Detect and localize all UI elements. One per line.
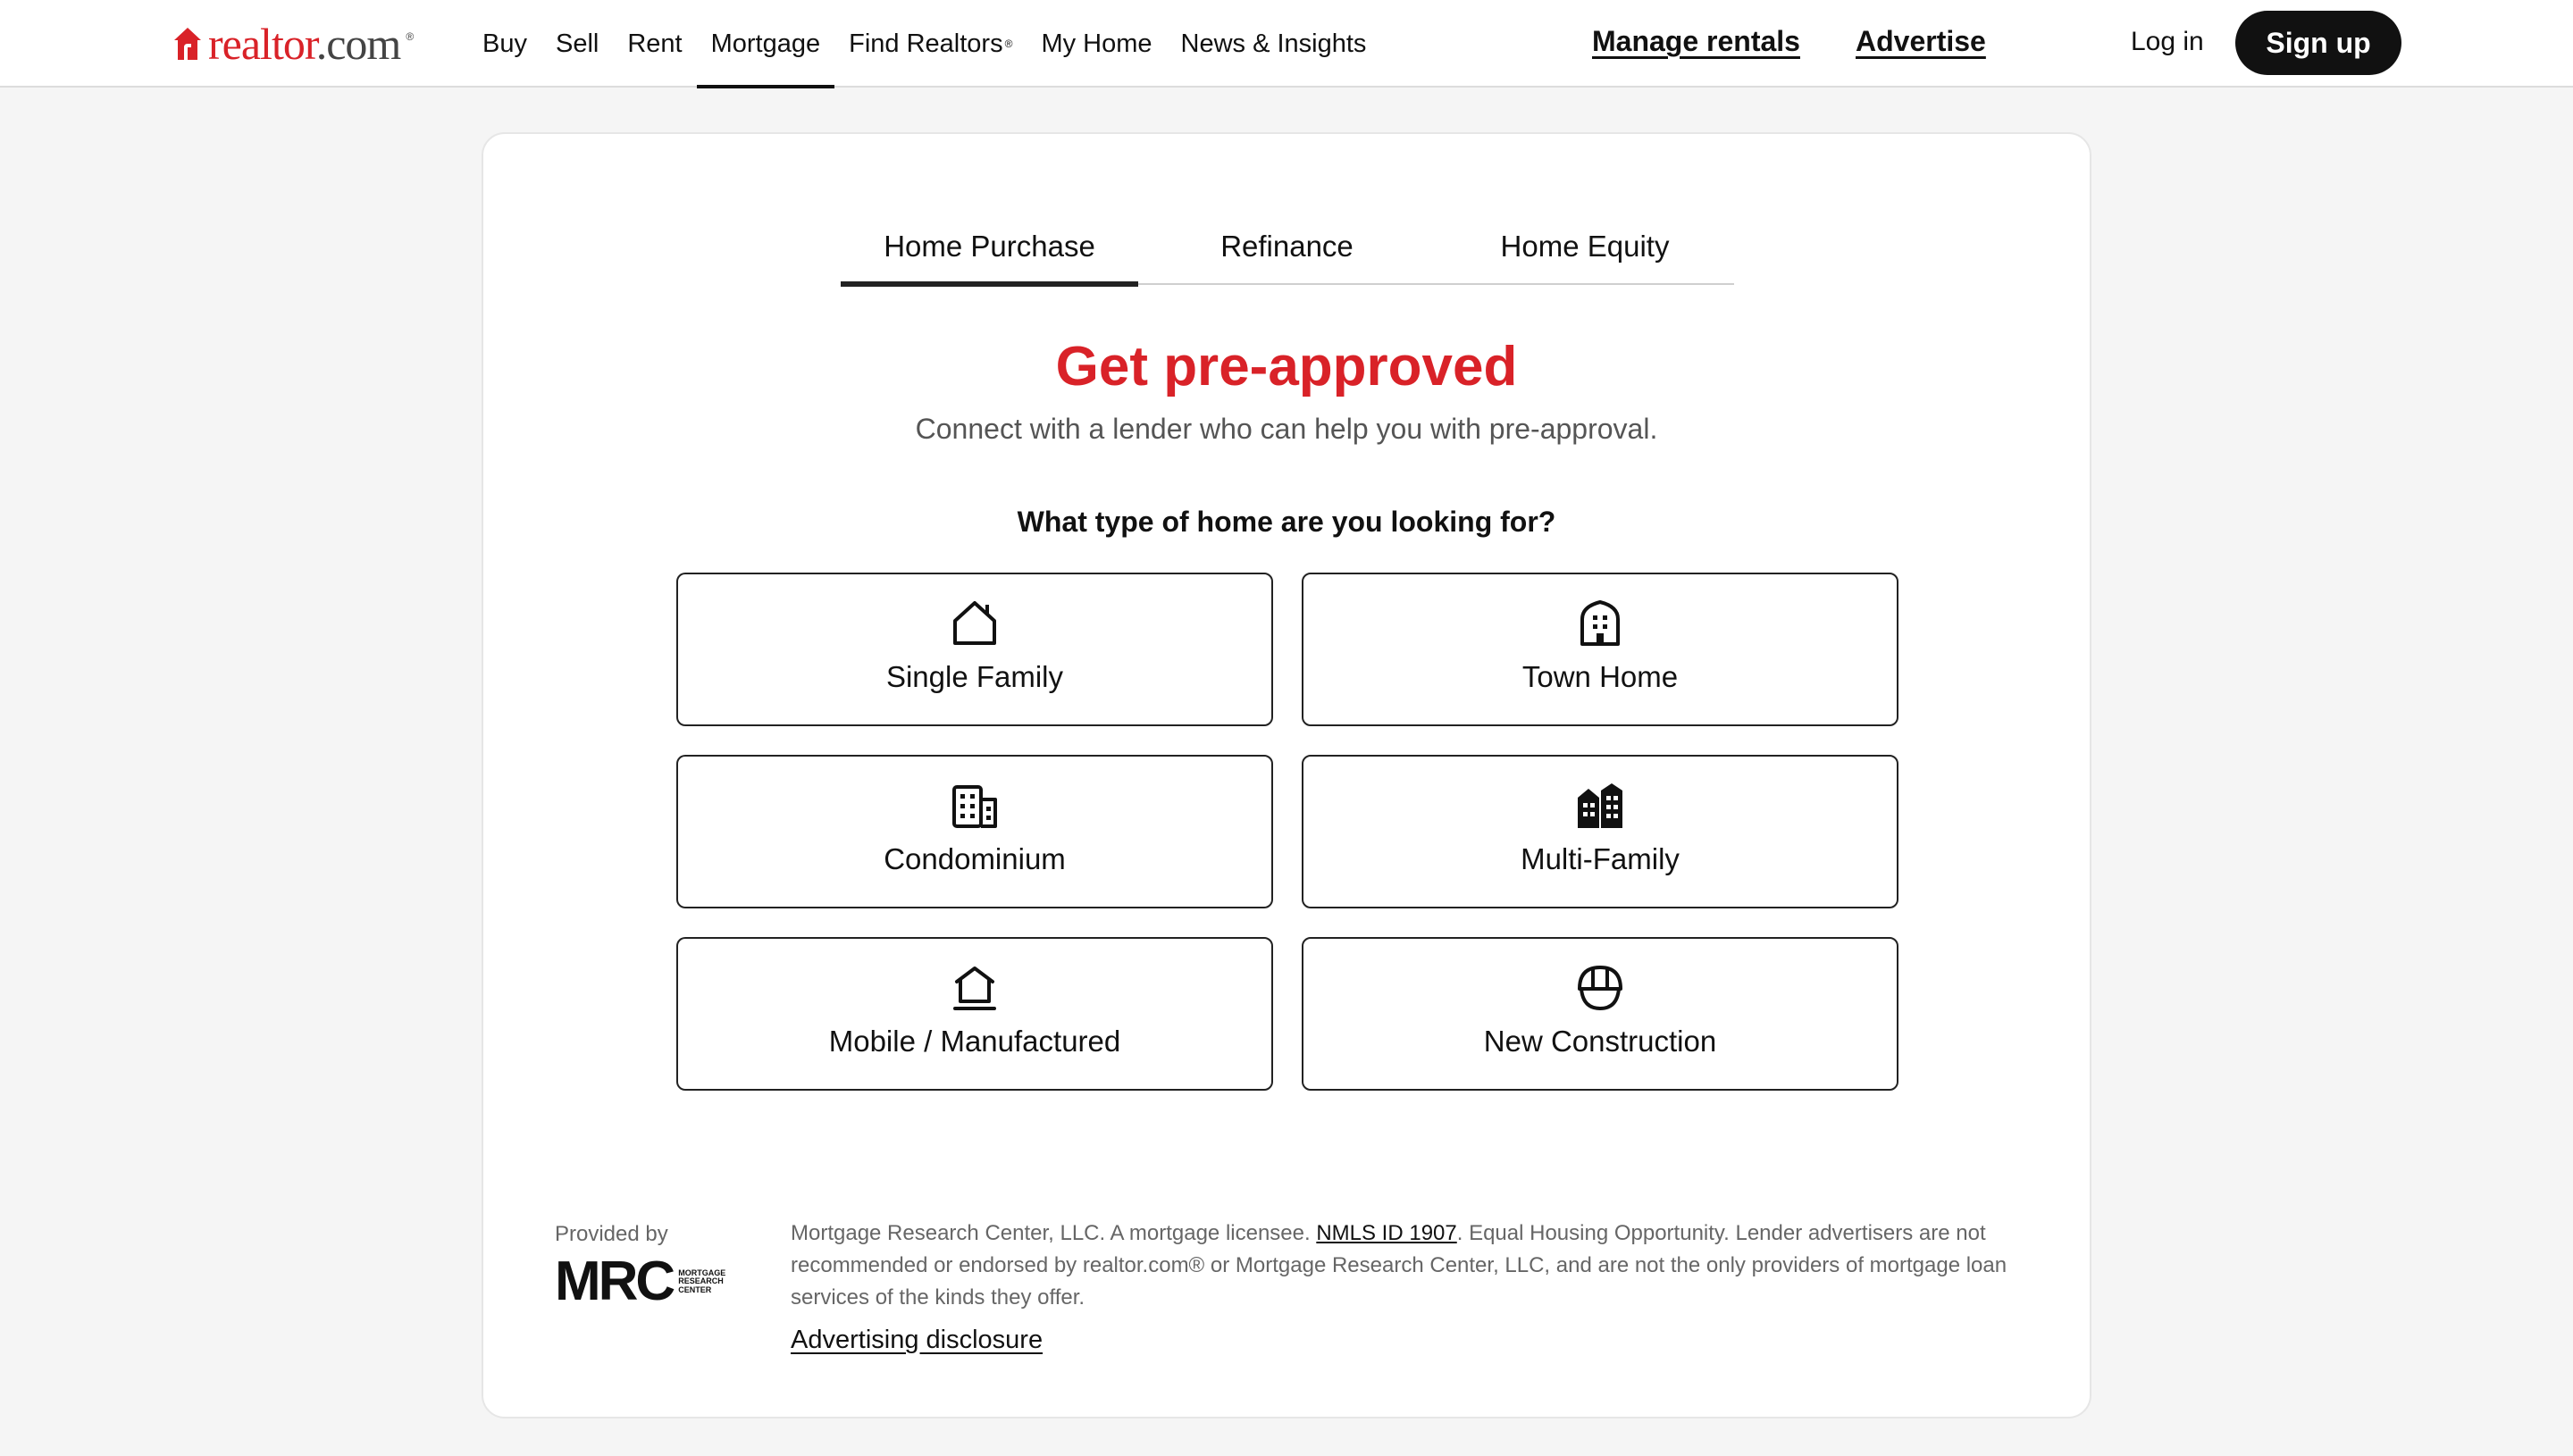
page-title: Get pre-approved [1055, 336, 1518, 397]
option-label: New Construction [1483, 1025, 1717, 1058]
multifamily-building-icon [1578, 783, 1622, 828]
option-town-home[interactable]: Town Home [1302, 573, 1898, 726]
page-subtitle: Connect with a lender who can help you w… [915, 413, 1658, 445]
tab-home-equity[interactable]: Home Equity [1436, 210, 1734, 283]
nav-item-find-realtors[interactable]: Find Realtors ® [834, 0, 1027, 88]
nav-item-buy[interactable]: Buy [468, 0, 541, 88]
site-header: realtor.com ® Buy Sell Rent Mortgage Fin… [0, 0, 2573, 88]
nav-item-mortgage[interactable]: Mortgage [696, 0, 835, 88]
advertising-disclosure-link[interactable]: Advertising disclosure [791, 1326, 1043, 1355]
nav-item-sell[interactable]: Sell [541, 0, 613, 88]
mrc-logo-letters: MRC [555, 1251, 675, 1312]
option-label: Mobile / Manufactured [828, 1025, 1121, 1058]
nav-item-rent[interactable]: Rent [613, 0, 696, 88]
realtor-logo[interactable]: realtor.com ® [172, 20, 414, 68]
mrc-logo: MRC MORTGAGE RESEARCH CENTER [555, 1254, 735, 1310]
advertise-link[interactable]: Advertise [1856, 25, 1986, 58]
logo-registered-mark: ® [406, 30, 415, 43]
preapproval-card: Home Purchase Refinance Home Equity Get … [482, 132, 2091, 1418]
option-mobile-manufactured[interactable]: Mobile / Manufactured [676, 937, 1273, 1091]
main-nav: Buy Sell Rent Mortgage Find Realtors ® My… [468, 0, 1380, 88]
loan-type-tabs: Home Purchase Refinance Home Equity [841, 210, 1734, 287]
option-label: Single Family [885, 660, 1064, 693]
option-label: Condominium [884, 842, 1066, 875]
option-label: Multi-Family [1521, 842, 1680, 875]
mobile-home-icon [953, 966, 996, 1010]
lender-disclaimer: Mortgage Research Center, LLC. A mortgag… [791, 1218, 2041, 1314]
tab-home-purchase[interactable]: Home Purchase [841, 210, 1138, 287]
nmls-link[interactable]: NMLS ID 1907 [1316, 1221, 1456, 1245]
nav-item-news-insights[interactable]: News & Insights [1167, 0, 1381, 88]
provided-by-label: Provided by [555, 1222, 668, 1246]
signup-button[interactable]: Sign up [2235, 11, 2401, 75]
disclaimer-text: Mortgage Research Center, LLC. A mortgag… [791, 1221, 1317, 1245]
manage-rentals-link[interactable]: Manage rentals [1592, 25, 1800, 58]
house-logo-icon [174, 28, 201, 60]
option-condominium[interactable]: Condominium [676, 755, 1273, 908]
mrc-logo-subtext: MORTGAGE RESEARCH CENTER [678, 1268, 726, 1294]
option-single-family[interactable]: Single Family [676, 573, 1273, 726]
option-multi-family[interactable]: Multi-Family [1302, 755, 1898, 908]
tab-refinance[interactable]: Refinance [1138, 210, 1436, 283]
login-link[interactable]: Log in [2131, 27, 2204, 57]
house-icon [953, 601, 996, 645]
home-type-question: What type of home are you looking for? [1017, 506, 1556, 538]
hard-hat-icon [1578, 966, 1622, 1010]
logo-wordmark: realtor.com [208, 19, 401, 69]
townhome-icon [1580, 600, 1620, 646]
option-label: Town Home [1521, 660, 1679, 693]
option-new-construction[interactable]: New Construction [1302, 937, 1898, 1091]
nav-item-my-home[interactable]: My Home [1027, 0, 1166, 88]
condo-building-icon [952, 785, 997, 828]
